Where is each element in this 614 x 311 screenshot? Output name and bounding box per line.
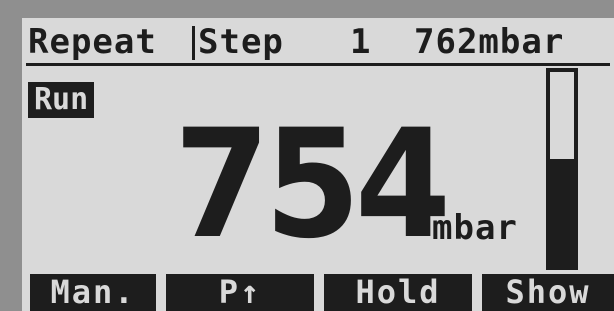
- step-number: 1: [350, 22, 372, 62]
- header-divider: [192, 26, 195, 60]
- pressure-up-softkey[interactable]: P↑: [166, 274, 314, 311]
- show-softkey[interactable]: Show: [482, 274, 614, 311]
- setpoint-value: 762mbar: [414, 22, 565, 62]
- pressure-reading: 754: [174, 98, 451, 272]
- pressure-bar-fill: [550, 159, 574, 266]
- pressure-unit: mbar: [432, 208, 518, 248]
- hold-softkey[interactable]: Hold: [324, 274, 472, 311]
- lcd-bezel: Repeat Step 1 762mbar Run 754 mbar Man. …: [0, 0, 614, 311]
- step-label: Step: [198, 22, 284, 62]
- softkey-bar: Man. P↑ Hold Show: [22, 274, 614, 311]
- mode-label: Repeat: [28, 22, 157, 62]
- status-badge: Run: [28, 82, 95, 118]
- manual-softkey[interactable]: Man.: [30, 274, 156, 311]
- header-underline: [26, 63, 610, 66]
- pressure-bar-gauge: [546, 68, 578, 270]
- lcd-screen: Repeat Step 1 762mbar Run 754 mbar Man. …: [22, 18, 614, 311]
